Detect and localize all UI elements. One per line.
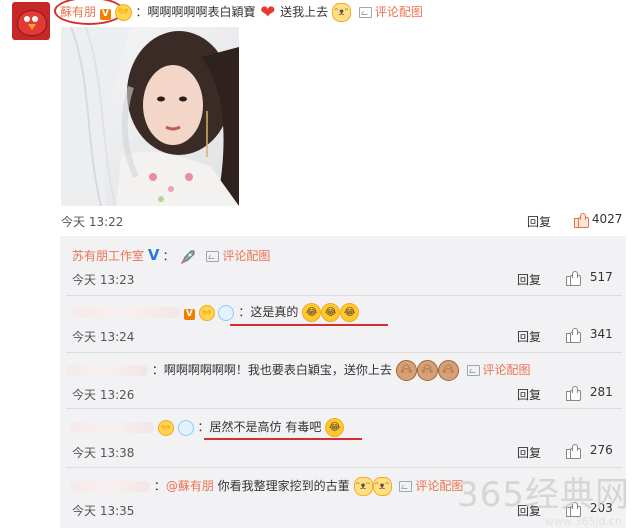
reply-3-like-count: 281: [589, 385, 613, 399]
image-icon: [206, 251, 220, 262]
post-time: 今天 13:22: [61, 215, 124, 229]
reply-4-like-count: 276: [589, 443, 613, 457]
reply-2-like-count: 341: [589, 327, 613, 341]
reply-5-header: ：@蘇有朋 你看我整理家挖到的古董 ᵔᴥᵔ ᵔᴥᵔ 评论配图: [70, 476, 463, 496]
reply-1-header: 苏有朋工作室 V ： 评论配图: [72, 247, 270, 266]
reply-5-time: 今天 13:35: [72, 504, 135, 518]
reply-2-author-blurred[interactable]: [72, 307, 180, 318]
image-icon: [399, 481, 413, 492]
reply-5-colon: ：: [153, 479, 166, 493]
cat-emoji-icon: ᵔᴥᵔ: [332, 3, 352, 22]
reply-1-like-button[interactable]: 517: [566, 270, 613, 286]
vip-badge-icon: V: [99, 9, 111, 20]
thumbs-up-icon: [566, 328, 581, 343]
reply-4-time: 今天 13:38: [72, 446, 135, 460]
angry-bird-avatar-icon: [17, 10, 47, 36]
reply-4-header: 👐 ：居然不是高仿 有毒吧 😂: [70, 418, 345, 437]
divider: [66, 352, 622, 353]
site-watermark-url: www.365jd.cn: [544, 515, 622, 528]
vip-badge-icon: V: [183, 309, 195, 320]
reply-2-text: ：这是真的: [238, 305, 299, 319]
reply-5-mention[interactable]: @蘇有朋: [166, 479, 214, 493]
laugh-emoji-icon: 😂: [340, 303, 360, 322]
reply-2-header: V 👐 ：这是真的 😂 😂 😂: [72, 303, 360, 322]
author-avatar[interactable]: [12, 2, 50, 40]
reply-3-text: ：啊啊啊啊啊啊！我也要表白穎宝，送你上去: [151, 363, 392, 377]
reply-5-author-blurred[interactable]: [70, 481, 150, 492]
reply-5-pic-link[interactable]: 评论配图: [399, 479, 463, 493]
post-pic-link-label: 评论配图: [374, 5, 423, 19]
post-like-count: 4027: [591, 212, 623, 226]
portrait-illustration: [61, 27, 239, 206]
highlight-underline: [204, 438, 362, 440]
post-text-2: 送我上去: [280, 5, 329, 19]
reply-3-pic-link[interactable]: 评论配图: [466, 363, 531, 377]
post-pic-link[interactable]: 评论配图: [358, 5, 423, 19]
reply-1-author[interactable]: 苏有朋工作室: [72, 249, 144, 263]
monkey-emoji-icon: 🙈: [395, 360, 417, 381]
monkey-emoji-icon: 🙈: [437, 360, 459, 381]
divider: [66, 408, 622, 409]
reply-1-like-count: 517: [589, 270, 613, 284]
reply-3-header: ：啊啊啊啊啊啊！我也要表白穎宝，送你上去 🙈 🙈 🙈 评论配图: [66, 360, 531, 381]
reply-2-reply-button[interactable]: 回复: [517, 328, 541, 345]
reply-3-like-button[interactable]: 281: [566, 385, 613, 401]
clap-emoji-icon: 👐: [157, 419, 174, 436]
reply-2-like-button[interactable]: 341: [566, 327, 613, 343]
reply-3-time: 今天 13:26: [72, 388, 135, 402]
heart-emoji-icon: ❤: [260, 2, 276, 23]
rocket-emoji-icon: [179, 248, 197, 266]
divider: [66, 295, 622, 296]
site-watermark: 365经典网: [457, 475, 630, 515]
laugh-emoji-icon: 😂: [325, 418, 345, 437]
reply-3-pic-link-label: 评论配图: [482, 363, 531, 377]
reply-4-colon: ：: [197, 420, 210, 434]
reply-4-like-button[interactable]: 276: [566, 443, 613, 459]
reply-1-reply-button[interactable]: 回复: [517, 271, 541, 288]
clap-emoji-icon: 👐: [114, 4, 132, 21]
cat-emoji-icon: ᵔᴥᵔ: [372, 477, 392, 496]
reply-4-text: 居然不是高仿 有毒吧: [209, 420, 322, 434]
post-header: 蘇有朋 V 👐 ：啊啊啊啊啊表白穎寶 ❤ 送我上去 ᵔᴥᵔ 评论配图: [60, 3, 423, 22]
laugh-emoji-icon: 😂: [302, 303, 322, 322]
image-icon: [358, 7, 372, 18]
reply-3-author-blurred[interactable]: [66, 365, 148, 376]
post-like-button[interactable]: 4027: [574, 212, 623, 228]
reply-4-reply-button[interactable]: 回复: [517, 444, 541, 461]
moon-badge-icon: [218, 304, 235, 321]
post-author-name[interactable]: 蘇有朋: [60, 5, 96, 19]
thumbs-up-icon: [574, 213, 589, 228]
reply-5-text: 你看我整理家挖到的古董: [213, 479, 350, 493]
image-icon: [466, 365, 480, 376]
post-reply-button[interactable]: 回复: [527, 213, 551, 230]
reply-2-time: 今天 13:24: [72, 330, 135, 344]
thumbs-up-icon: [566, 386, 581, 401]
reply-1-time: 今天 13:23: [72, 273, 135, 287]
highlight-underline: [230, 324, 388, 326]
post-text: ：啊啊啊啊啊表白穎寶: [135, 5, 256, 19]
thumbs-up-icon: [566, 271, 581, 286]
reply-1-text: ：: [162, 249, 175, 263]
reply-1-pic-link[interactable]: 评论配图: [206, 249, 270, 263]
reply-3-reply-button[interactable]: 回复: [517, 386, 541, 403]
verified-badge-icon: V: [147, 246, 160, 264]
reply-4-author-blurred[interactable]: [70, 422, 154, 433]
reply-1-pic-link-label: 评论配图: [222, 249, 271, 263]
monkey-emoji-icon: 🙈: [416, 360, 438, 381]
laugh-emoji-icon: 😂: [321, 303, 341, 322]
moon-badge-icon: [177, 419, 194, 436]
post-photo[interactable]: [61, 27, 239, 206]
clap-emoji-icon: 👐: [198, 304, 215, 321]
cat-emoji-icon: ᵔᴥᵔ: [353, 477, 373, 496]
thumbs-up-icon: [566, 444, 581, 459]
